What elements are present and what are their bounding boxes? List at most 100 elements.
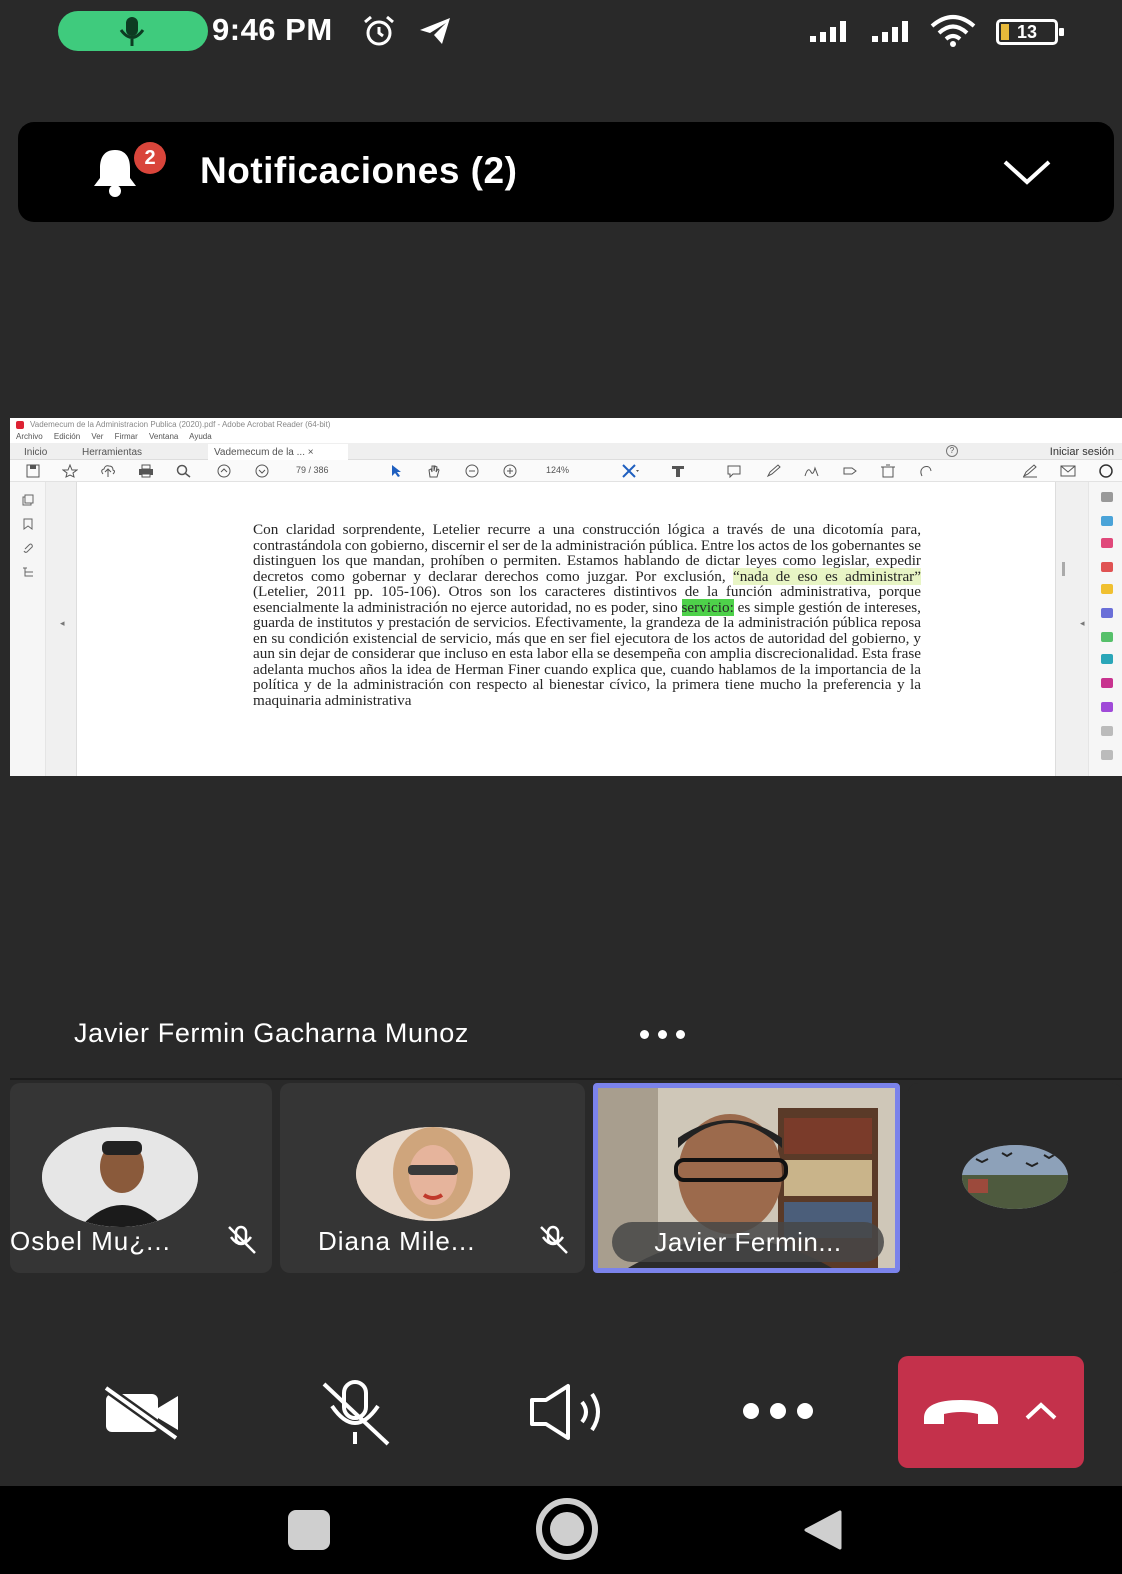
combine-files-icon[interactable]: [1101, 608, 1113, 618]
avatar: [42, 1127, 198, 1227]
camera-off-icon[interactable]: [102, 1384, 182, 1440]
edit-pdf-icon[interactable]: [1101, 562, 1113, 572]
home-button[interactable]: [536, 1498, 598, 1560]
scroll-right-icon[interactable]: ◂: [1080, 618, 1085, 629]
recent-apps-button[interactable]: [288, 1510, 330, 1550]
hang-up-button[interactable]: [898, 1356, 1084, 1468]
search-icon[interactable]: [176, 464, 192, 478]
participant-tile[interactable]: Osbel Mu¿...: [10, 1083, 272, 1273]
page-area: ◂ Con claridad sorprendente, Letelier re…: [46, 482, 1088, 776]
tab-document[interactable]: Vademecum de la ... ×: [208, 444, 348, 460]
mic-active-pill[interactable]: [58, 11, 208, 51]
speaker-icon[interactable]: [528, 1382, 608, 1442]
pen-icon[interactable]: [766, 464, 782, 478]
more-tools-icon[interactable]: [1101, 726, 1113, 736]
upload-icon[interactable]: [100, 464, 116, 478]
pages-thumbnail-icon[interactable]: [22, 494, 34, 506]
hand-tool-icon[interactable]: [426, 464, 442, 478]
mail-icon[interactable]: [1060, 464, 1076, 478]
app-toolbar: 79 / 386 124%: [10, 460, 1122, 482]
app-menu-bar: Archivo Edición Ver Firmar Ventana Ayuda: [10, 432, 1122, 443]
alarm-icon: [364, 15, 394, 46]
print-icon[interactable]: [138, 464, 154, 478]
save-icon[interactable]: [26, 464, 40, 478]
participant-tile[interactable]: Diana Mile...: [280, 1083, 585, 1273]
chevron-down-icon[interactable]: [1002, 158, 1052, 186]
left-panel: [10, 482, 46, 776]
shared-screen: Vademecum de la Administracion Publica (…: [10, 418, 1122, 776]
protect-icon[interactable]: [1101, 702, 1113, 712]
active-speaker-name: Javier Fermin Gacharna Munoz: [74, 1018, 469, 1048]
highlighted-quote: “nada de eso es administrar”: [733, 567, 921, 585]
scrollbar-thumb[interactable]: [1062, 562, 1065, 576]
avatar: [962, 1145, 1068, 1209]
participant-photo: [42, 1127, 198, 1227]
edit-icon[interactable]: [1022, 464, 1038, 478]
mic-muted-icon: [540, 1225, 568, 1254]
star-icon[interactable]: [62, 464, 78, 478]
help-icon[interactable]: ?: [946, 445, 958, 457]
page-down-icon[interactable]: [254, 464, 270, 478]
collapse-panel-icon[interactable]: [1101, 750, 1113, 760]
page-indicator[interactable]: 79 / 386: [296, 465, 329, 475]
call-controls: [0, 1340, 1122, 1486]
back-button[interactable]: [800, 1508, 844, 1552]
right-tools-panel: [1088, 482, 1122, 776]
participant-name: Diana Mile...: [318, 1226, 476, 1256]
pdf-page: Con claridad sorprendente, Letelier recu…: [76, 482, 1056, 776]
undo-icon[interactable]: [918, 464, 934, 478]
notifications-banner[interactable]: 2 Notificaciones (2): [18, 122, 1114, 222]
fill-sign-icon[interactable]: [1101, 678, 1113, 688]
tab-home[interactable]: Inicio: [24, 447, 47, 458]
sign-in-link[interactable]: Iniciar sesión: [1050, 446, 1114, 458]
page-up-icon[interactable]: [216, 464, 232, 478]
zoom-level[interactable]: 124%: [546, 465, 569, 475]
document-view: ◂ Con claridad sorprendente, Letelier re…: [10, 482, 1122, 776]
participant-tile[interactable]: [908, 1083, 1122, 1273]
fit-page-icon[interactable]: [622, 464, 640, 478]
sign-icon[interactable]: [804, 464, 820, 478]
zoom-in-icon[interactable]: [502, 464, 518, 478]
comment-tool-icon[interactable]: [1101, 584, 1113, 594]
attachment-icon[interactable]: [22, 542, 34, 554]
highlight-tool-icon[interactable]: [670, 464, 686, 478]
export-pdf-icon[interactable]: [1101, 516, 1113, 526]
create-pdf-icon[interactable]: [1101, 538, 1113, 548]
mic-icon: [119, 17, 145, 46]
chevron-up-icon[interactable]: [1024, 1400, 1058, 1422]
participants-divider: [10, 1078, 1122, 1080]
menu-item[interactable]: Ventana: [149, 432, 178, 441]
speaker-more-icon[interactable]: [636, 1030, 692, 1040]
menu-item[interactable]: Archivo: [16, 432, 43, 441]
status-time: 9:46 PM: [212, 12, 333, 47]
app-title-bar: Vademecum de la Administracion Publica (…: [10, 418, 1122, 432]
app-tabs: Inicio Herramientas Vademecum de la ... …: [10, 443, 1122, 460]
tab-tools[interactable]: Herramientas: [82, 447, 142, 458]
battery-level: 13: [1016, 22, 1038, 42]
menu-item[interactable]: Ver: [91, 432, 103, 441]
menu-item[interactable]: Edición: [54, 432, 80, 441]
android-nav-bar: [0, 1486, 1122, 1574]
wifi-icon: [930, 15, 976, 47]
layers-icon[interactable]: [22, 566, 34, 578]
menu-item[interactable]: Firmar: [115, 432, 138, 441]
zoom-out-icon[interactable]: [464, 464, 480, 478]
comment-icon[interactable]: [726, 464, 742, 478]
more-icon[interactable]: [742, 1402, 814, 1420]
zoom-tool-icon[interactable]: [1101, 492, 1113, 502]
menu-item[interactable]: Ayuda: [189, 432, 212, 441]
scroll-left-icon[interactable]: ◂: [60, 618, 65, 629]
participant-tile-active-speaker[interactable]: Javier Fermin...: [593, 1083, 900, 1273]
bookmark-icon[interactable]: [22, 518, 34, 530]
delete-icon[interactable]: [880, 464, 896, 478]
scan-ocr-icon[interactable]: [1101, 654, 1113, 664]
participant-name: Javier Fermin...: [612, 1222, 884, 1262]
signal-icon: [810, 21, 846, 42]
share-icon[interactable]: [842, 464, 858, 478]
account-icon[interactable]: [1098, 464, 1114, 478]
participant-photo: [356, 1127, 510, 1221]
organize-pages-icon[interactable]: [1101, 632, 1113, 642]
mic-off-icon[interactable]: [318, 1378, 394, 1448]
participant-name: Osbel Mu¿...: [10, 1226, 171, 1256]
select-cursor-icon[interactable]: [390, 464, 404, 478]
